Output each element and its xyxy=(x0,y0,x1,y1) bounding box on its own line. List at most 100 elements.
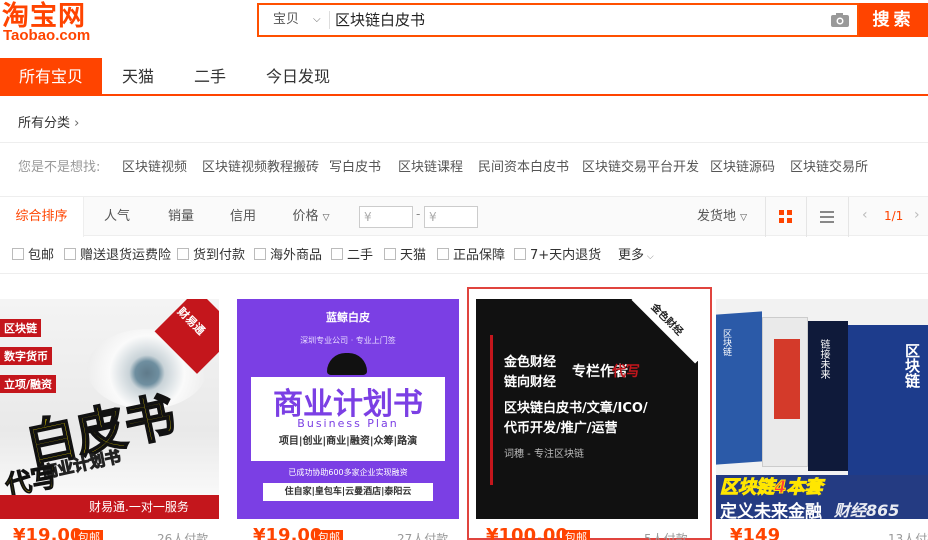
checkbox[interactable] xyxy=(12,248,24,260)
taobao-logo[interactable]: 淘宝网 Taobao.com xyxy=(0,0,120,48)
product-card[interactable]: 蓝鲸白皮 深圳专业公司 · 专业上门签 商业计划书 Business Plan … xyxy=(237,299,459,540)
payment-count: 13人付款 xyxy=(888,532,928,540)
service-banner: 财易通.一对一服务 xyxy=(0,495,219,519)
related-item[interactable]: 区块链源码 xyxy=(710,156,775,175)
related-item[interactable]: 写白皮书 xyxy=(329,156,381,175)
checkbox[interactable] xyxy=(64,248,76,260)
slogan: 深圳专业公司 · 专业上门签 xyxy=(300,336,396,345)
free-shipping-badge: 包邮 xyxy=(75,530,103,540)
promo-title: 区块链4本套 xyxy=(720,477,824,499)
product-price: ¥19.00 xyxy=(253,525,323,540)
success-note: 已成功协助600多家企业实现融资 xyxy=(288,468,408,477)
filter-tmall[interactable]: 天猫 xyxy=(384,247,426,265)
search-divider xyxy=(329,11,330,29)
divider xyxy=(806,197,807,237)
ship-from-label: 发货地 xyxy=(696,209,736,224)
filter-label: 赠送退货运费险 xyxy=(80,248,172,263)
filter-label: 货到付款 xyxy=(193,248,246,263)
page-indicator: 1/1 xyxy=(884,209,904,223)
price-dash: - xyxy=(416,207,421,221)
product-price: ¥19.00 xyxy=(13,525,83,540)
price-min-input[interactable]: ¥ xyxy=(359,206,413,228)
sort-popularity[interactable]: 人气 xyxy=(92,197,142,237)
checkbox[interactable] xyxy=(514,248,526,260)
search-input[interactable]: 区块链白皮书 xyxy=(335,5,425,35)
related-item[interactable]: 区块链交易平台开发 xyxy=(582,156,699,175)
list-view-icon[interactable] xyxy=(820,211,834,223)
divider xyxy=(765,197,766,237)
sort-default[interactable]: 综合排序 xyxy=(0,197,84,237)
free-shipping-badge: 包邮 xyxy=(562,530,590,540)
service-list: 项目|创业|商业|融资|众筹|路演 xyxy=(278,436,418,447)
sort-price[interactable]: 价格 ▽ xyxy=(286,197,336,237)
filter-bar: 包邮 赠送退货运费险 货到付款 海外商品 二手 天猫 正品保障 7+天内退货 更… xyxy=(0,236,928,274)
search-button[interactable]: 搜索 xyxy=(859,3,928,37)
chevron-down-icon: ▽ xyxy=(322,213,330,223)
sort-credit[interactable]: 信用 xyxy=(218,197,268,237)
prev-page-icon[interactable]: ‹ xyxy=(862,207,868,223)
more-filters[interactable]: 更多 ⌵ xyxy=(618,247,654,265)
book-title: 区块链 xyxy=(721,329,731,356)
filter-overseas[interactable]: 海外商品 xyxy=(254,247,322,265)
tag-label: 区块链 xyxy=(0,319,41,337)
related-item[interactable]: 区块链交易所 xyxy=(790,156,868,175)
product-image[interactable]: 金色财经 金色财经 链向财经 专栏作者 代写 区块链白皮书/文章/ICO/ 代币… xyxy=(476,299,698,519)
related-item[interactable]: 区块链课程 xyxy=(398,156,463,175)
next-page-icon[interactable]: › xyxy=(914,207,920,223)
filter-return-insurance[interactable]: 赠送退货运费险 xyxy=(64,247,171,265)
search-scope-label: 宝贝 xyxy=(273,12,300,27)
checkbox[interactable] xyxy=(384,248,396,260)
tag-label: 立项/融资 xyxy=(0,375,57,393)
filter-7day-return[interactable]: 7+天内退货 xyxy=(514,247,601,265)
ghostwrite-label: 代写 xyxy=(612,364,640,380)
filter-label: 天猫 xyxy=(400,248,427,263)
promo-subtitle: 定义未来金融 xyxy=(720,502,822,519)
grid-view-icon[interactable] xyxy=(779,210,792,223)
sort-sales[interactable]: 销量 xyxy=(156,197,206,237)
product-price: ¥100.00 xyxy=(486,525,568,540)
search-scope-select[interactable]: 宝贝 ⌵ xyxy=(259,5,329,35)
product-card[interactable]: 区块链 链接未来 区块链 区块链4本套 定义未来金融 财经865 ¥149 13… xyxy=(716,299,928,540)
filter-free-shipping[interactable]: 包邮 xyxy=(12,247,54,265)
product-image[interactable]: 财易通 区块链 数字货币 立项/融资 白皮书 商业计划书 代写 财易通.一对一服… xyxy=(0,299,219,519)
sort-price-label: 价格 xyxy=(292,209,319,224)
product-card[interactable]: 金色财经 金色财经 链向财经 专栏作者 代写 区块链白皮书/文章/ICO/ 代币… xyxy=(476,299,698,540)
cat-icon xyxy=(327,353,367,375)
product-image[interactable]: 蓝鲸白皮 深圳专业公司 · 专业上门签 商业计划书 Business Plan … xyxy=(237,299,459,519)
book-stripe xyxy=(774,339,800,419)
checkbox[interactable] xyxy=(177,248,189,260)
ship-from-select[interactable]: 发货地 ▽ xyxy=(690,197,754,237)
chevron-down-icon: ⌵ xyxy=(644,252,654,262)
tab-today[interactable]: 今日发现 xyxy=(246,58,350,96)
related-item[interactable]: 区块链视频 xyxy=(122,156,187,175)
main-tabs: 所有宝贝 天猫 二手 今日发现 xyxy=(0,58,928,96)
filter-cod[interactable]: 货到付款 xyxy=(177,247,245,265)
payment-count: 27人付款 xyxy=(397,532,449,540)
watermark: 财经865 xyxy=(834,501,900,519)
related-item[interactable]: 民间资本白皮书 xyxy=(478,156,569,175)
product-card[interactable]: 财易通 区块链 数字货币 立项/融资 白皮书 商业计划书 代写 财易通.一对一服… xyxy=(0,299,219,540)
tab-secondhand[interactable]: 二手 xyxy=(174,58,246,96)
filter-genuine[interactable]: 正品保障 xyxy=(437,247,505,265)
red-bar xyxy=(490,335,493,485)
filter-secondhand[interactable]: 二手 xyxy=(331,247,373,265)
client-list: 住自家|皇包车|云曼酒店|泰阳云 xyxy=(263,483,433,501)
checkbox[interactable] xyxy=(254,248,266,260)
divider xyxy=(848,197,849,237)
camera-icon[interactable] xyxy=(831,13,849,27)
filter-label: 海外商品 xyxy=(270,248,323,263)
tag-label: 数字货币 xyxy=(0,347,52,365)
checkbox[interactable] xyxy=(437,248,449,260)
divider xyxy=(0,142,928,143)
chevron-right-icon: › xyxy=(74,116,80,131)
sort-bar: 综合排序 人气 销量 信用 价格 ▽ ¥ - ¥ 发货地 ▽ ‹ 1/1 › xyxy=(0,196,928,237)
media-line: 链向财经 xyxy=(504,375,557,390)
tab-tmall[interactable]: 天猫 xyxy=(102,58,174,96)
tab-all[interactable]: 所有宝贝 xyxy=(0,58,102,96)
checkbox[interactable] xyxy=(331,248,343,260)
price-max-input[interactable]: ¥ xyxy=(424,206,478,228)
product-image[interactable]: 区块链 链接未来 区块链 区块链4本套 定义未来金融 财经865 xyxy=(716,299,928,519)
related-item[interactable]: 区块链视频教程搬砖 xyxy=(202,156,319,175)
book-title: 区块链 xyxy=(903,343,921,388)
breadcrumb[interactable]: 所有分类 › xyxy=(18,112,79,131)
